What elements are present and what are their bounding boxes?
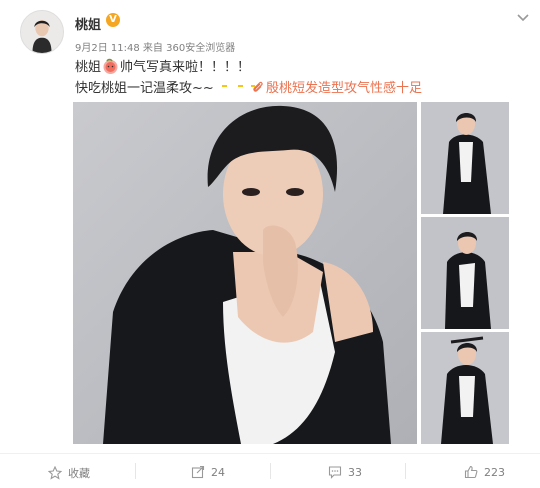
comment-icon (328, 466, 342, 479)
post-source[interactable]: 360安全浏览器 (166, 43, 235, 54)
thumbnail-photo-image (421, 217, 509, 329)
post-timestamp[interactable]: 9月2日 11:48 (75, 43, 140, 54)
post-actions-bar: 收藏 24 33 223 (0, 453, 540, 488)
repost-count: 24 (211, 465, 225, 479)
photo-thumbnail-2[interactable] (421, 217, 509, 329)
username[interactable]: 桃姐 (75, 14, 101, 33)
avatar[interactable] (20, 10, 64, 54)
photo-thumbnail-1[interactable] (421, 102, 509, 214)
favorite-button[interactable]: 收藏 (48, 465, 90, 481)
divider (405, 463, 406, 479)
post-text-suffix: 帅气写真来啦！！！！ (120, 60, 251, 75)
divider (135, 463, 136, 479)
post-text-prefix: 桃姐 (75, 60, 102, 75)
comment-button[interactable]: 33 (328, 465, 362, 479)
thumbnail-photo-image (421, 332, 509, 444)
post-text-line1: 桃姐 帅气写真来啦！！！！ (75, 56, 250, 75)
avatar-image (21, 11, 63, 53)
weibo-post-card: 桃姐 V 9月2日 11:48 来自 360安全浏览器 桃姐 帅气写真来啦！！！… (0, 0, 540, 488)
repost-icon (191, 465, 205, 479)
paperclip-icon (253, 81, 263, 92)
divider (270, 463, 271, 479)
source-prefix: 来自 (142, 43, 163, 54)
photo-thumbnail-3[interactable] (421, 332, 509, 444)
like-count: 223 (484, 465, 505, 479)
photo-main[interactable] (73, 102, 417, 444)
post-text-line2-content: 快吃桃姐一记温柔攻~~ (75, 81, 214, 96)
post-meta: 9月2日 11:48 来自 360安全浏览器 (75, 39, 235, 54)
star-icon (48, 466, 62, 480)
article-link[interactable]: 殷桃短发造型攻气性感十足 (252, 77, 422, 96)
article-link-text[interactable]: 殷桃短发造型攻气性感十足 (266, 81, 422, 96)
comment-count: 33 (348, 465, 362, 479)
post-text-line2: 快吃桃姐一记温柔攻~~ (75, 77, 258, 96)
favorite-label: 收藏 (68, 467, 90, 480)
like-button[interactable]: 223 (464, 465, 505, 479)
thumbs-up-icon (464, 465, 478, 479)
portrait-photo-image (73, 102, 417, 444)
repost-button[interactable]: 24 (191, 465, 225, 479)
peach-face-emoji-icon (103, 58, 118, 74)
chevron-down-icon[interactable] (516, 12, 530, 22)
thumbnail-photo-image (421, 102, 509, 214)
verified-badge-icon: V (106, 13, 120, 27)
